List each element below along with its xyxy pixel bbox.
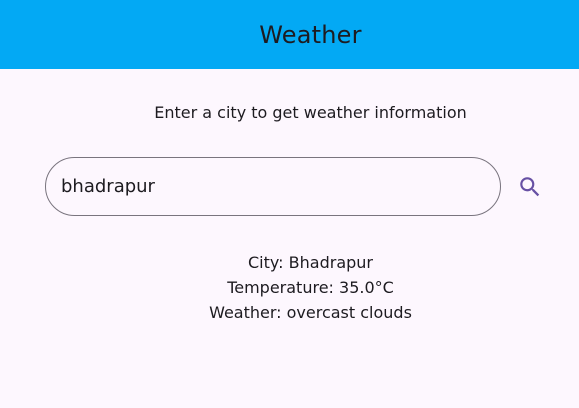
app-title: Weather bbox=[259, 20, 362, 49]
search-icon bbox=[517, 174, 543, 200]
city-input[interactable] bbox=[45, 157, 501, 216]
city-result: City: Bhadrapur bbox=[247, 253, 373, 272]
instruction-text: Enter a city to get weather information bbox=[154, 103, 467, 122]
weather-result: Weather: overcast clouds bbox=[209, 303, 412, 322]
temperature-result: Temperature: 35.0°C bbox=[227, 278, 394, 297]
app-bar: Weather bbox=[0, 0, 579, 69]
weather-app: Weather Enter a city to get weather info… bbox=[0, 0, 579, 408]
debug-banner bbox=[548, 0, 579, 19]
search-button[interactable] bbox=[510, 167, 550, 207]
weather-results: City: Bhadrapur Temperature: 35.0°C Weat… bbox=[0, 250, 579, 325]
